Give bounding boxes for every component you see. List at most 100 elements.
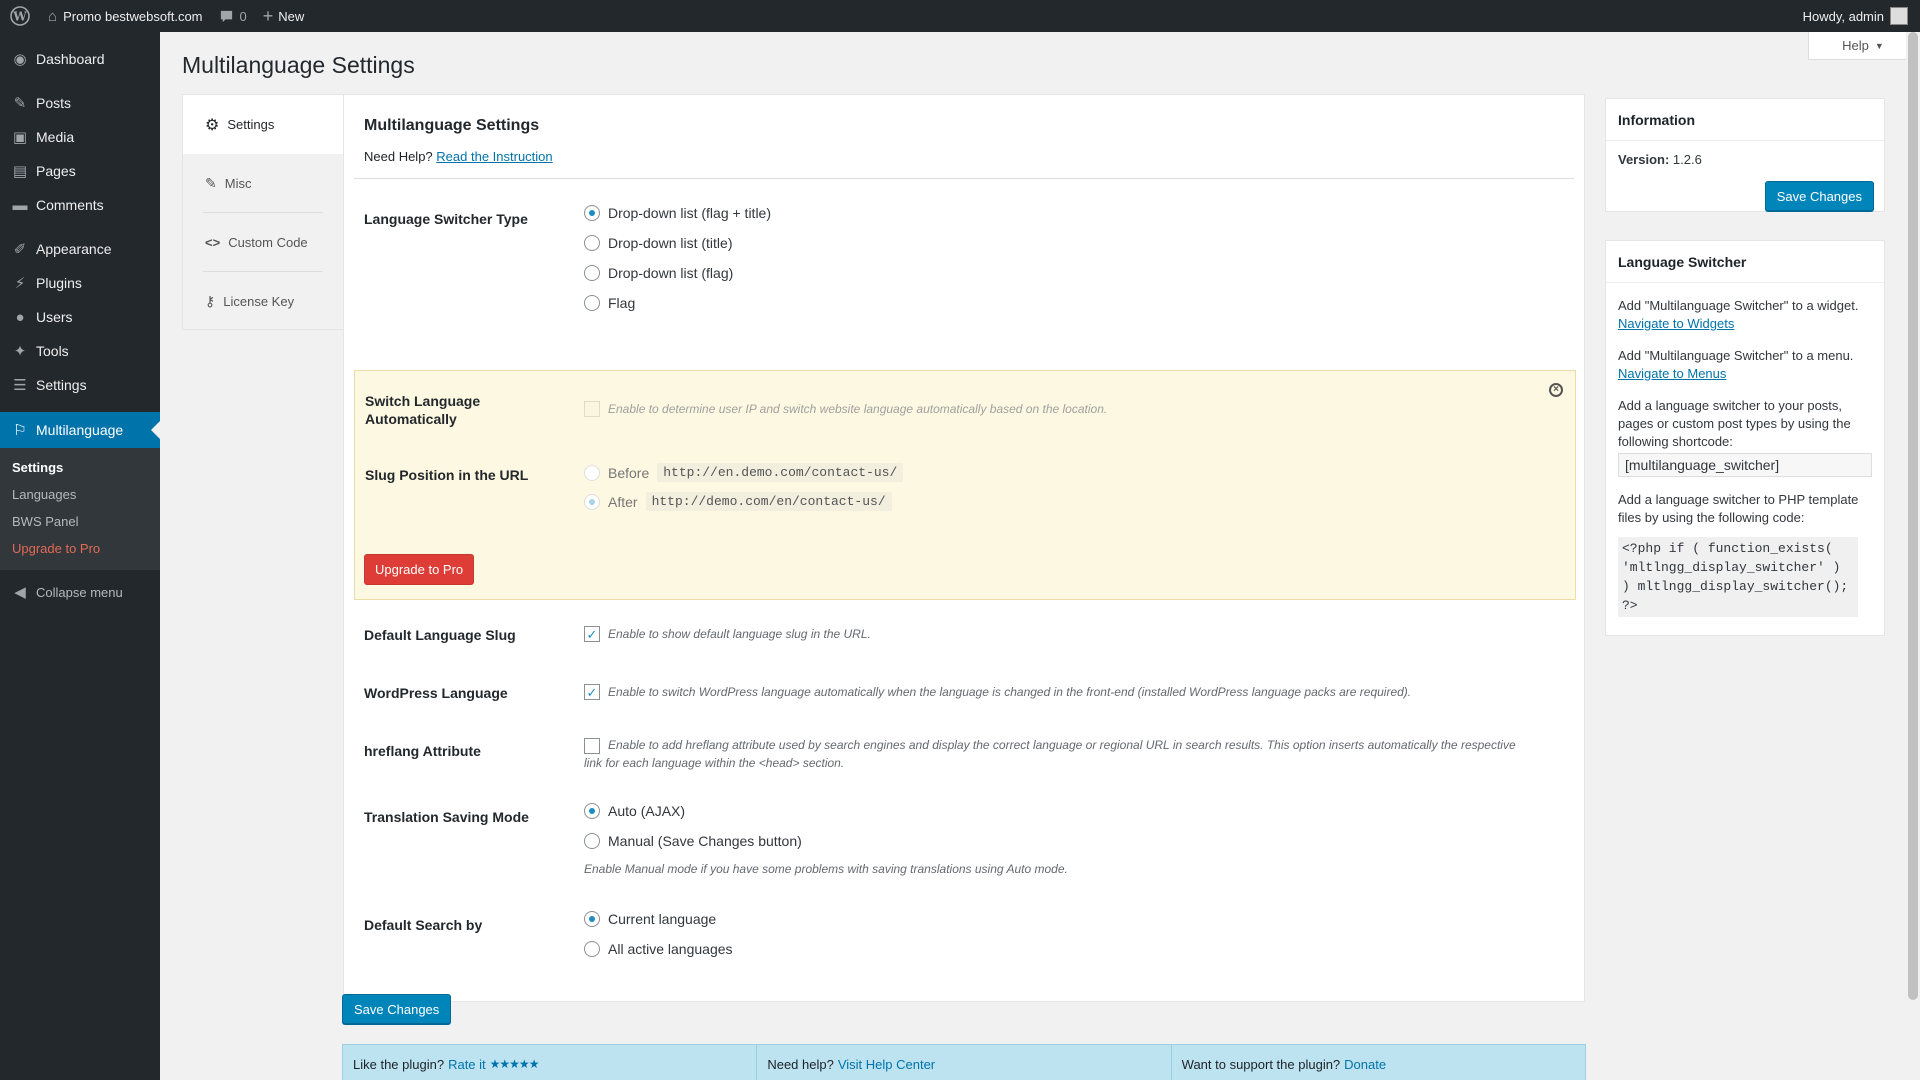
submenu-item-bws-panel[interactable]: BWS Panel: [0, 508, 160, 535]
tab-label: License Key: [223, 294, 295, 309]
submenu-item-upgrade[interactable]: Upgrade to Pro: [0, 535, 160, 562]
before-label: Before: [608, 464, 650, 481]
menu-label: Dashboard: [36, 51, 105, 67]
switcher-type-option[interactable]: Flag: [584, 295, 635, 311]
gear-icon: ⚙: [205, 116, 220, 134]
saving-mode-option[interactable]: Manual (Save Changes button): [584, 833, 802, 849]
settings-icon: ☰: [13, 377, 27, 394]
hreflang-checkbox[interactable]: [584, 738, 600, 754]
tab-label: Misc: [224, 176, 252, 191]
settings-panel: Multilanguage Settings Need Help? Read t…: [343, 94, 1585, 1002]
menu-item-dashboard[interactable]: ◉ Dashboard: [0, 42, 160, 76]
menu-item-appearance[interactable]: ✐ Appearance: [0, 232, 160, 266]
switcher-type-option[interactable]: Drop-down list (flag): [584, 265, 733, 281]
after-code: http://demo.com/en/contact-us/: [645, 492, 892, 511]
wordpress-logo-icon[interactable]: W: [0, 0, 40, 32]
switcher-type-option[interactable]: Drop-down list (flag + title): [584, 205, 771, 221]
site-name-link[interactable]: ⌂ Promo bestwebsoft.com: [40, 0, 211, 32]
saving-mode-desc: Enable Manual mode if you have some prob…: [584, 862, 1068, 876]
stars-icon[interactable]: ★★★★★: [490, 1057, 540, 1071]
collapse-menu-button[interactable]: ◀ Collapse menu: [0, 574, 160, 610]
save-changes-button[interactable]: Save Changes: [342, 994, 452, 1024]
help-center-link[interactable]: Visit Help Center: [838, 1057, 935, 1072]
menu-label: Media: [36, 129, 75, 145]
radio[interactable]: [584, 911, 600, 927]
menu-label: Pages: [36, 163, 76, 179]
switcher-type-option[interactable]: Drop-down list (title): [584, 235, 732, 251]
menu-item-settings[interactable]: ☰ Settings: [0, 368, 160, 402]
menu-label: Appearance: [36, 241, 112, 257]
navigate-widgets-link[interactable]: Navigate to Widgets: [1618, 316, 1734, 331]
close-icon[interactable]: ×: [1549, 383, 1563, 397]
search-by-option[interactable]: Current language: [584, 911, 716, 927]
switch-auto-checkbox: [584, 401, 600, 417]
save-changes-button-side[interactable]: Save Changes: [1764, 181, 1874, 211]
upgrade-to-pro-button[interactable]: Upgrade to Pro: [364, 554, 475, 585]
comment-icon: [220, 10, 232, 22]
read-instruction-link[interactable]: Read the Instruction: [436, 149, 552, 164]
menu-item-posts[interactable]: ✎ Posts: [0, 86, 160, 120]
menu-item-tools[interactable]: ✦ Tools: [0, 334, 160, 368]
tab-custom-code[interactable]: <> Custom Code: [183, 213, 343, 272]
menu-item-media[interactable]: ▣ Media: [0, 120, 160, 154]
footer-rate: Like the plugin? Rate it ★★★★★: [343, 1045, 758, 1080]
option-label: Current language: [608, 911, 717, 927]
admin-bar: W ⌂ Promo bestwebsoft.com 0 + New Howdy,…: [0, 0, 1920, 32]
donate-link[interactable]: Donate: [1344, 1057, 1386, 1072]
radio[interactable]: [584, 265, 600, 281]
radio[interactable]: [584, 803, 600, 819]
saving-mode-option[interactable]: Auto (AJAX): [584, 803, 685, 819]
hreflang-option[interactable]: Enable to add hreflang attribute used by…: [584, 736, 1524, 772]
language-switcher-title: Language Switcher: [1606, 241, 1884, 283]
option-label: Flag: [608, 295, 636, 311]
after-label: After: [608, 493, 638, 510]
default-slug-option[interactable]: ✓ Enable to show default language slug i…: [584, 626, 871, 642]
rate-link[interactable]: Rate it: [448, 1057, 486, 1072]
menu-item-comments[interactable]: ▬ Comments: [0, 188, 160, 222]
scrollbar[interactable]: [1906, 32, 1920, 1080]
help-button[interactable]: Help ▼: [1808, 32, 1918, 60]
media-icon: ▣: [12, 129, 28, 146]
tab-misc[interactable]: ✎ Misc: [183, 154, 343, 213]
translate-icon: ⚐: [13, 422, 27, 439]
collapse-label: Collapse menu: [36, 584, 123, 600]
wrench-icon: ✎: [205, 175, 217, 191]
comments-link[interactable]: 0: [211, 0, 255, 32]
radio[interactable]: [584, 941, 600, 957]
search-by-label: Default Search by: [364, 917, 483, 933]
radio[interactable]: [584, 295, 600, 311]
wp-language-checkbox[interactable]: ✓: [584, 684, 600, 700]
submenu-item-settings[interactable]: Settings: [0, 454, 160, 481]
menu-item-users[interactable]: ● Users: [0, 300, 160, 334]
wp-language-option[interactable]: ✓ Enable to switch WordPress language au…: [584, 684, 1411, 700]
switch-auto-label: Switch Language Automatically: [365, 393, 481, 427]
panel-heading: Multilanguage Settings: [364, 117, 540, 134]
shortcode-field[interactable]: [multilanguage_switcher]: [1618, 453, 1872, 477]
menu-item-multilanguage[interactable]: ⚐ Multilanguage: [0, 412, 160, 448]
tab-license-key[interactable]: ⚷ License Key: [183, 272, 343, 331]
radio: [584, 493, 600, 510]
search-by-option[interactable]: All active languages: [584, 941, 733, 957]
my-account[interactable]: Howdy, admin: [1803, 7, 1920, 25]
avatar: [1890, 7, 1908, 25]
option-label: All active languages: [608, 941, 733, 957]
divider: [354, 178, 1574, 179]
tab-settings[interactable]: ⚙ Settings: [183, 95, 343, 154]
radio[interactable]: [584, 235, 600, 251]
scrollbar-thumb[interactable]: [1908, 32, 1918, 1000]
wp-language-desc: Enable to switch WordPress language auto…: [608, 685, 1412, 699]
radio[interactable]: [584, 205, 600, 221]
navigate-menus-link[interactable]: Navigate to Menus: [1618, 366, 1726, 381]
radio[interactable]: [584, 833, 600, 849]
saving-mode-desc-row: Enable Manual mode if you have some prob…: [584, 862, 1068, 876]
php-code[interactable]: <?php if ( function_exists( 'mltlngg_dis…: [1618, 537, 1858, 617]
shortcode-text: Add a language switcher to your posts, p…: [1618, 398, 1851, 449]
slug-after-option: After http://demo.com/en/contact-us/: [584, 492, 892, 511]
dashboard-icon: ◉: [13, 51, 27, 68]
new-content-link[interactable]: + New: [255, 0, 313, 32]
need-help: Need Help? Read the Instruction: [364, 149, 553, 164]
default-slug-checkbox[interactable]: ✓: [584, 626, 600, 642]
menu-item-pages[interactable]: ▤ Pages: [0, 154, 160, 188]
menu-item-plugins[interactable]: ⚡ Plugins: [0, 266, 160, 300]
submenu-item-languages[interactable]: Languages: [0, 481, 160, 508]
